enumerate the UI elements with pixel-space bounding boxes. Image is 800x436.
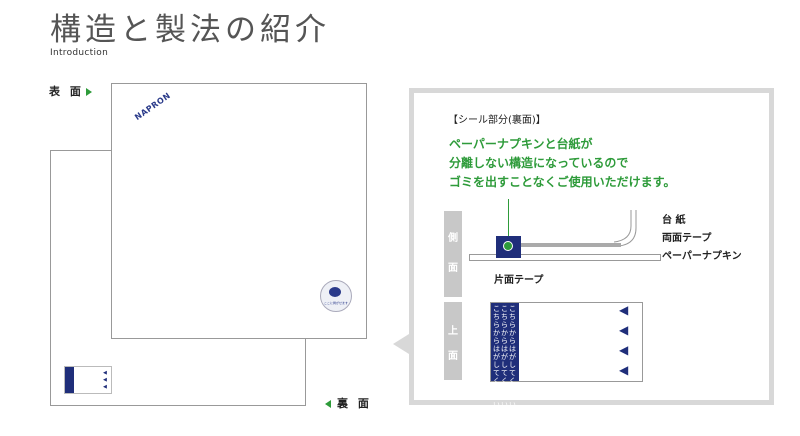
label-base: 台 紙 — [662, 215, 686, 226]
napron-logo: NAPRON — [133, 90, 173, 123]
top-view-tag-char-1: 上 — [448, 326, 458, 337]
napkin-front-sheet: NAPRON ここに剥がせます — [111, 83, 367, 339]
triangle-left-icon — [325, 400, 331, 408]
arrow-left-icon: ◀ — [619, 303, 629, 317]
message-line-1: ペーパーナプキンと台紙が — [449, 137, 593, 151]
top-view-tag-char-2: 面 — [448, 351, 458, 362]
callout-pointer — [393, 334, 409, 354]
double-sided-tape — [521, 243, 621, 247]
label-napkin: ペーパーナプキン — [662, 251, 742, 262]
side-view-tag: 側 面 — [444, 211, 462, 297]
arrow-left-icon: ◀ — [619, 343, 629, 357]
side-view-tag-char-2: 面 — [448, 263, 458, 274]
triangle-right-icon — [85, 88, 92, 96]
mini-seal-blue-strip — [65, 367, 74, 393]
page-title: 構造と製法の紹介 — [50, 12, 330, 48]
napkin-curve — [614, 210, 637, 247]
top-view-tag: 上 面 — [444, 302, 462, 380]
page-subtitle: Introduction — [50, 48, 109, 58]
back-label-text: 裏 面 — [337, 397, 372, 410]
mini-seal-sticker: ◀ ◀ ◀ — [64, 366, 112, 394]
front-label: 表 面 — [49, 83, 92, 99]
side-view-tag-char-1: 側 — [448, 233, 458, 244]
top-view-blue-strip: こちらからはがしてください こちらからはがしてください こちらからはがしてくださ… — [491, 303, 519, 409]
arrow-left-icon: ◀ — [619, 323, 629, 337]
seal-sticker-circle: ここに剥がせます — [320, 280, 352, 312]
message-line-2: 分離しない構造になっているので — [449, 156, 629, 170]
back-label: 裏 面 — [325, 395, 372, 411]
seal-blue-block — [496, 236, 521, 258]
leader-line — [508, 199, 509, 237]
arrow-left-icon: ◀ — [103, 384, 107, 390]
arrow-left-icon: ◀ — [619, 363, 629, 377]
panel-heading: 【シール部分(裏面)】 — [448, 115, 546, 126]
arrow-left-icon: ◀ — [103, 370, 107, 376]
top-view-text-3: こちらからはがしてください — [509, 305, 516, 409]
label-single-tape: 片面テープ — [494, 275, 544, 286]
arrow-left-icon: ◀ — [103, 377, 107, 383]
message-line-3: ゴミを出すことなくご使用いただけます。 — [449, 175, 676, 189]
top-view-sticker: こちらからはがしてください こちらからはがしてください こちらからはがしてくださ… — [490, 302, 643, 409]
top-view-text-2: こちらからはがしてください — [501, 305, 508, 409]
green-dot-icon — [503, 241, 513, 251]
seal-caption: ここに剥がせます — [323, 301, 348, 305]
label-double-tape: 両面テープ — [662, 233, 712, 244]
front-label-text: 表 面 — [49, 85, 84, 98]
seal-detail-panel: 【シール部分(裏面)】 ペーパーナプキンと台紙が 分離しない構造になっているので… — [409, 88, 774, 409]
seal-mark-icon — [329, 287, 341, 297]
top-view-text-1: こちらからはがしてください — [493, 305, 500, 409]
panel-message: ペーパーナプキンと台紙が 分離しない構造になっているので ゴミを出すことなくご使… — [449, 135, 675, 192]
